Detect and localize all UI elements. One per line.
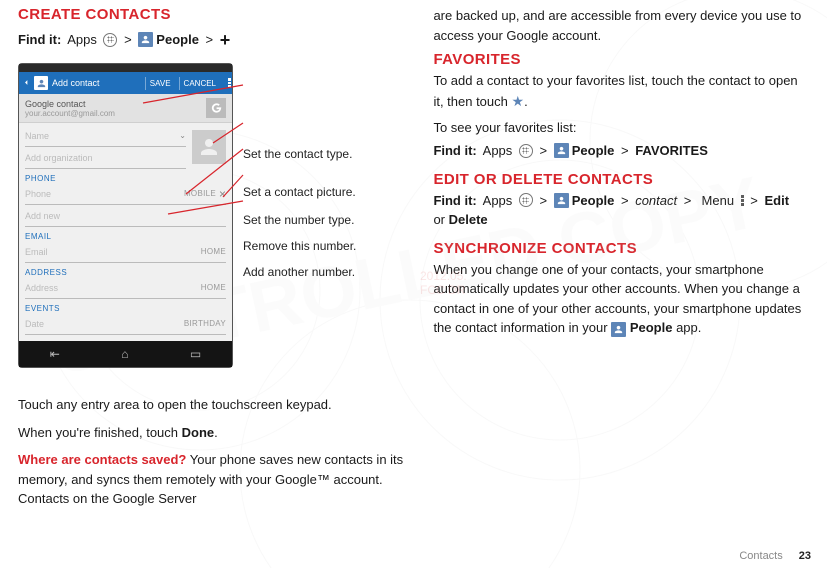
create-contacts-heading: CREATE CONTACTS [18,6,413,23]
menu-vertical-icon [741,193,744,207]
body-where-saved: Where are contacts saved? Your phone sav… [18,450,413,509]
contact-type-sub: your.account@gmail.com [25,109,206,118]
callout-5: Add another number. [243,265,355,279]
apps-icon [519,144,533,158]
callout-3: Set the number type. [243,213,354,227]
person-placeholder-icon [197,135,221,159]
nav-recent-icon[interactable]: ▭ [190,347,201,361]
contact-type-row[interactable]: Google contact your.account@gmail.com [19,94,232,123]
body-touch-entry: Touch any entry area to open the touchsc… [18,395,413,415]
find-it-create: Find it: Apps > People > + [18,26,413,53]
remove-phone-icon[interactable]: × [216,187,226,201]
footer-section: Contacts [739,550,782,562]
google-g-icon [206,98,226,118]
phone-navbar: ⇤ ⌂ ▭ [19,341,232,367]
callout-4: Remove this number. [243,239,356,253]
phone-titlebar: Add contact SAVE CANCEL [19,72,232,94]
find-it-favorites: Find it: Apps > People > FAVORITES [433,141,811,161]
phone-type-selector[interactable]: MOBILE [184,189,216,198]
addr-type-selector[interactable]: HOME [201,283,226,292]
phone-section-label: PHONE [25,169,226,183]
edit-or-delete-end: or Delete [433,210,811,230]
email-input[interactable]: EmailHOME [25,241,226,263]
find-it-edit: Find it: Apps > People > contact > Menu … [433,191,811,211]
plus-icon: + [220,27,231,54]
contact-type-label: Google contact [25,99,86,109]
nav-back-icon[interactable]: ⇤ [50,347,60,361]
overflow-menu-icon[interactable] [224,77,228,89]
phone-title: Add contact [52,78,141,88]
favorites-heading: FAVORITES [433,51,811,68]
backup-continuation: are backed up, and are accessible from e… [433,6,811,45]
nav-home-icon[interactable]: ⌂ [121,347,128,361]
back-icon[interactable] [23,78,30,88]
footer-page-number: 23 [799,550,811,562]
sync-body: When you change one of your contacts, yo… [433,260,811,338]
favorites-p1: To add a contact to your favorites list,… [433,71,811,112]
date-input[interactable]: DateBIRTHDAY [25,313,226,335]
titlebar-avatar-icon [34,76,48,90]
edit-delete-heading: EDIT OR DELETE CONTACTS [433,171,811,188]
body-done: When you're finished, touch Done. [18,423,413,443]
star-icon: ★ [512,93,525,109]
save-button[interactable]: SAVE [145,77,175,90]
phone-statusbar [19,64,232,72]
phone-input[interactable]: PhoneMOBILE× [25,183,226,205]
name-input[interactable]: Name⌄ [25,125,186,147]
cancel-button[interactable]: CANCEL [179,77,220,90]
favorites-p2: To see your favorites list: [433,118,811,138]
apps-icon [519,193,533,207]
events-section-label: EVENTS [25,299,226,313]
date-type-selector[interactable]: BIRTHDAY [184,319,226,328]
address-section-label: ADDRESS [25,263,226,277]
email-section-label: EMAIL [25,227,226,241]
address-input[interactable]: AddressHOME [25,277,226,299]
phone-mockup: Add contact SAVE CANCEL Google contact y… [18,63,233,368]
people-icon [138,32,153,47]
apps-icon [103,33,117,47]
people-label: People [156,30,199,50]
people-icon [554,193,569,208]
callout-1: Set the contact type. [243,147,352,161]
chevron-down-icon[interactable]: ⌄ [179,131,186,140]
add-new-phone[interactable]: Add new [25,205,226,227]
sync-heading: SYNCHRONIZE CONTACTS [433,240,811,257]
people-icon [554,143,569,158]
org-input[interactable]: Add organization [25,147,186,169]
find-it-label: Find it: [18,30,61,50]
callout-2: Set a contact picture. [243,185,356,199]
contact-picture-placeholder[interactable] [192,130,226,164]
people-icon [611,322,626,337]
email-type-selector[interactable]: HOME [201,247,226,256]
page-footer: Contacts 23 [739,550,811,562]
